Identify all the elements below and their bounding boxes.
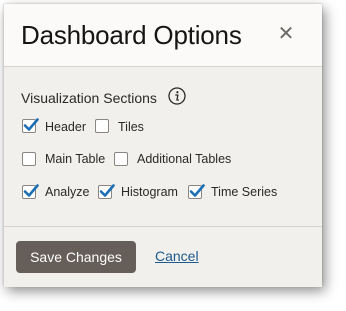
checkbox-analyze[interactable] [22,184,39,199]
checkbox-label-histogram: Histogram [121,185,178,199]
checkbox-label-analyze: Analyze [45,185,90,199]
checkbox-histogram[interactable] [98,184,115,199]
dialog-header: Dashboard Options ✕ [4,4,322,67]
checkbox-tiles[interactable] [95,119,109,133]
checkmark-icon [23,184,39,197]
checkmark-icon [99,184,115,197]
close-icon[interactable]: ✕ [276,24,296,44]
checkbox-time-series[interactable] [188,184,205,199]
checkbox-label-time-series: Time Series [211,185,278,199]
checkbox-label-header: Header [45,120,86,134]
cancel-link[interactable]: Cancel [155,248,199,264]
checkbox-label-tiles: Tiles [118,120,144,134]
checkbox-label-main-table: Main Table [45,152,106,166]
checkbox-header[interactable] [22,118,39,133]
dialog-footer: Save Changes Cancel [4,226,322,287]
save-changes-button[interactable]: Save Changes [16,241,136,273]
dashboard-options-dialog: Dashboard Options ✕ Visualization Sectio… [4,4,322,287]
checkmark-icon [189,184,205,197]
dialog-title: Dashboard Options [21,20,242,50]
checkmark-icon [23,118,39,131]
checkbox-label-additional-tables: Additional Tables [137,152,232,166]
checkbox-additional-tables[interactable] [114,152,128,166]
checkbox-main-table[interactable] [22,152,36,166]
info-icon[interactable] [168,87,186,105]
section-label: Visualization Sections [21,90,157,106]
